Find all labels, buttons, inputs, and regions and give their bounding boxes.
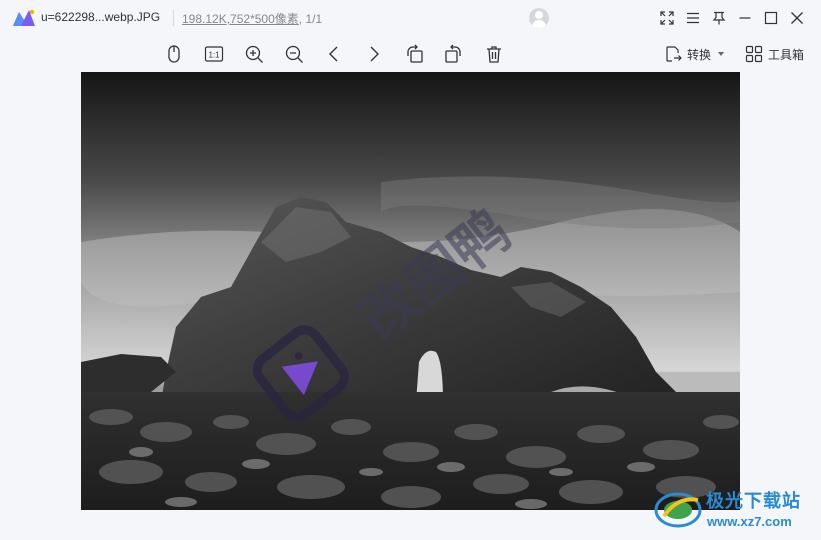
menu-icon — [687, 12, 699, 24]
toolbox-label: 工具箱 — [768, 47, 805, 62]
pin-button[interactable] — [707, 6, 731, 30]
minimize-icon — [739, 17, 751, 19]
close-button[interactable] — [785, 6, 809, 30]
convert-label: 转换 — [687, 47, 712, 62]
toolbox-button[interactable]: 工具箱 — [745, 42, 804, 66]
delete-button[interactable] — [482, 42, 506, 66]
site-logo-icon — [654, 492, 702, 528]
watermark: 改图鸭 — [252, 198, 522, 422]
app-logo-icon — [13, 9, 35, 26]
trash-icon — [487, 46, 501, 63]
zoom-in-icon — [245, 45, 263, 63]
file-dimensions: ,752*500像素 — [226, 12, 299, 26]
maximize-button[interactable] — [759, 6, 783, 30]
chevron-right-icon — [370, 46, 379, 62]
next-image-button[interactable] — [362, 42, 386, 66]
mouse-icon — [168, 45, 180, 63]
minimize-button[interactable] — [733, 6, 757, 30]
file-name: u=622298...webp.JPG — [41, 10, 161, 24]
previous-image-button[interactable] — [322, 42, 346, 66]
chevron-down-icon — [718, 52, 725, 56]
pin-icon — [712, 11, 726, 25]
convert-icon — [666, 46, 682, 62]
site-name: 极光下载站 — [706, 491, 801, 511]
watermark-text: 改图鸭 — [350, 198, 522, 353]
grid-icon — [745, 45, 763, 63]
site-badge: 极光下载站 www.xz7.com — [654, 484, 819, 536]
zoom-out-icon — [285, 45, 303, 63]
page-counter: , 1/1 — [298, 12, 323, 26]
user-avatar[interactable] — [529, 8, 549, 28]
maximize-icon — [764, 11, 778, 25]
rotate-left-button[interactable] — [402, 42, 426, 66]
convert-dropdown[interactable]: 转换 — [664, 42, 725, 66]
svg-text:1:1: 1:1 — [208, 51, 220, 60]
mouse-mode-button[interactable] — [162, 42, 186, 66]
fullscreen-icon — [660, 11, 674, 25]
actual-size-icon: 1:1 — [204, 46, 224, 62]
menu-button[interactable] — [681, 6, 705, 30]
rotate-right-icon — [445, 44, 461, 63]
file-size: 198.12K — [182, 12, 227, 26]
fullscreen-button[interactable] — [655, 6, 679, 30]
viewer-toolbar: 1:1 转换 工具箱 — [0, 36, 821, 72]
rotate-left-icon — [407, 44, 423, 63]
rotate-right-button[interactable] — [442, 42, 466, 66]
site-url: www.xz7.com — [707, 514, 792, 529]
title-bar: u=622298...webp.JPG 198.12K,752*500像素, 1… — [0, 0, 821, 36]
image-viewport[interactable]: 改图鸭 — [81, 72, 740, 510]
actual-size-button[interactable]: 1:1 — [202, 42, 226, 66]
close-icon — [791, 12, 803, 24]
file-info: 198.12K,752*500像素, 1/1 — [182, 10, 322, 27]
zoom-out-button[interactable] — [282, 42, 306, 66]
title-divider — [173, 10, 174, 26]
chevron-left-icon — [329, 46, 338, 62]
zoom-in-button[interactable] — [242, 42, 266, 66]
